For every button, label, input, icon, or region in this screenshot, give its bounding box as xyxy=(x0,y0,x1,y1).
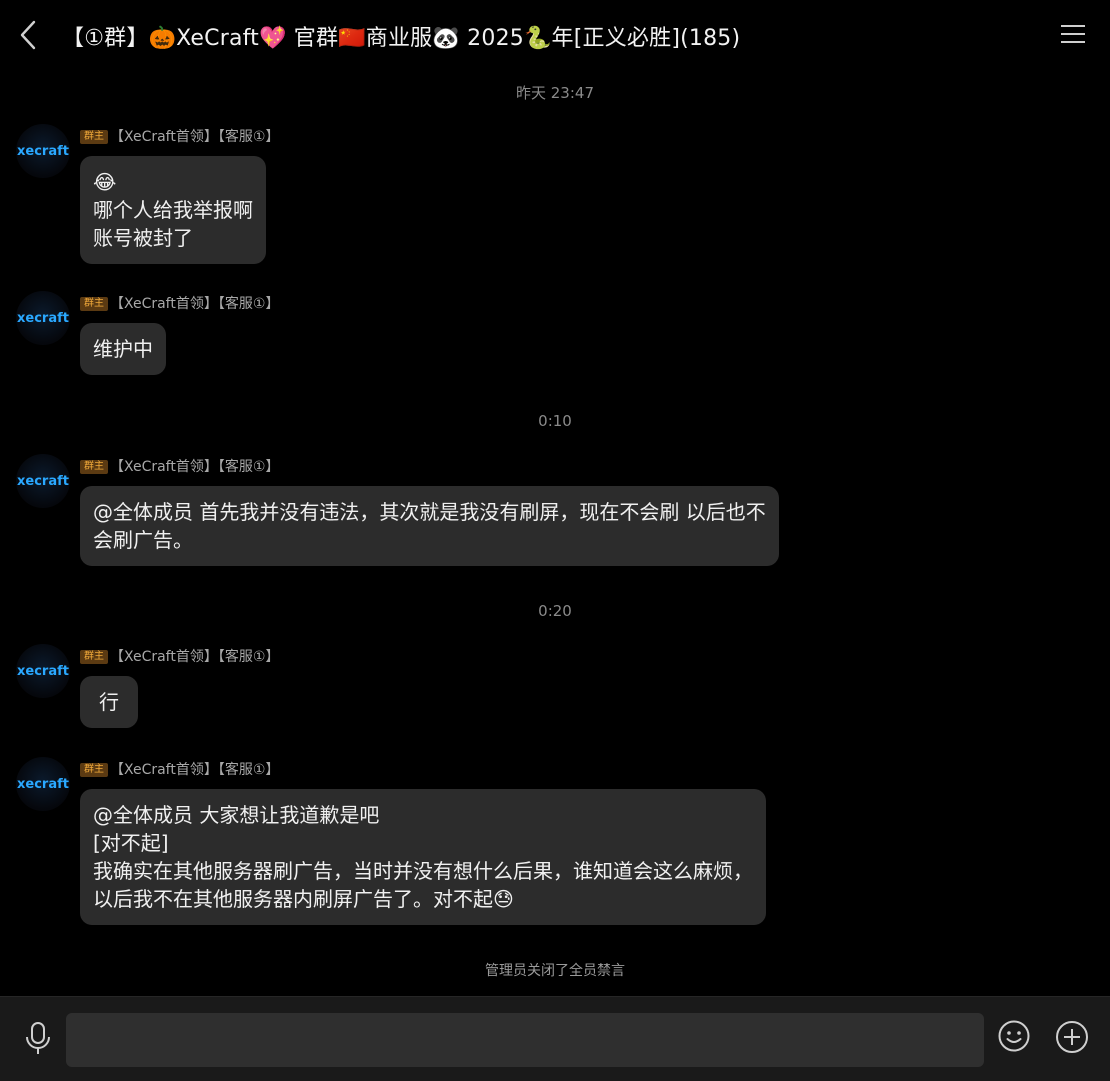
emoji-button[interactable] xyxy=(997,1019,1031,1053)
more-actions-button[interactable] xyxy=(1054,1019,1090,1055)
timestamp: 昨天 23:47 xyxy=(516,84,594,102)
timestamp: 0:10 xyxy=(538,412,572,430)
menu-button[interactable] xyxy=(1060,22,1086,48)
svg-text:xecraft: xecraft xyxy=(17,144,69,159)
message-bubble[interactable]: 😂 哪个人给我举报啊 账号被封了 xyxy=(80,156,266,264)
sender-label: 【XeCraft首领】【客服①】 xyxy=(110,762,280,778)
sender-name[interactable]: 群主 【XeCraft首领】【客服①】 xyxy=(80,646,279,666)
voice-button[interactable] xyxy=(22,1021,54,1057)
chat-title: 【①群】🎃XeCraft💖 官群🇨🇳商业服🐼 2025🐍年[正义必胜](185) xyxy=(62,26,741,51)
chat-header: 【①群】🎃XeCraft💖 官群🇨🇳商业服🐼 2025🐍年[正义必胜](185) xyxy=(0,0,1110,72)
role-badge: 群主 xyxy=(80,297,108,311)
message-line: @全体成员 首先我并没有违法，其次就是我没有刷屏，现在不会刷 以后也不 xyxy=(93,500,766,524)
emoji-icon xyxy=(998,1020,1030,1052)
message-bubble[interactable]: @全体成员 大家想让我道歉是吧 [对不起] 我确实在其他服务器刷广告，当时并没有… xyxy=(80,789,766,925)
message-line: 😂 xyxy=(93,170,117,194)
sender-name[interactable]: 群主 【XeCraft首领】【客服①】 xyxy=(80,126,279,146)
svg-text:xecraft: xecraft xyxy=(17,664,69,679)
message-line: @全体成员 大家想让我道歉是吧 xyxy=(93,803,380,827)
back-arrow-icon xyxy=(20,20,36,50)
message-bubble[interactable]: @全体成员 首先我并没有违法，其次就是我没有刷屏，现在不会刷 以后也不 会刷广告… xyxy=(80,486,779,566)
role-badge: 群主 xyxy=(80,763,108,777)
sender-name[interactable]: 群主 【XeCraft首领】【客服①】 xyxy=(80,759,279,779)
message-bubble[interactable]: 维护中 xyxy=(80,323,166,375)
microphone-icon xyxy=(26,1022,50,1054)
message-line: 维护中 xyxy=(93,337,153,361)
message-bubble[interactable]: 行 xyxy=(80,676,138,728)
message-line: 会刷广告。 xyxy=(93,528,193,552)
timestamp: 0:20 xyxy=(538,602,572,620)
avatar[interactable]: xecraft xyxy=(16,454,70,508)
message-list[interactable]: 昨天 23:47 xecraft 群主 【XeCraft首领】【客服①】 😂 哪个… xyxy=(0,72,1110,994)
role-badge: 群主 xyxy=(80,460,108,474)
svg-text:xecraft: xecraft xyxy=(17,777,69,792)
message-line: 以后我不在其他服务器内刷屏广告了。对不起😓 xyxy=(93,887,514,911)
sender-name[interactable]: 群主 【XeCraft首领】【客服①】 xyxy=(80,456,279,476)
role-badge: 群主 xyxy=(80,650,108,664)
menu-icon xyxy=(1061,25,1085,43)
message-line: 哪个人给我举报啊 xyxy=(93,198,253,222)
message-line: 账号被封了 xyxy=(93,226,193,250)
sender-label: 【XeCraft首领】【客服①】 xyxy=(110,649,280,665)
message-line: [对不起] xyxy=(93,831,169,855)
message-input[interactable] xyxy=(66,1013,984,1067)
input-bar xyxy=(0,996,1110,1081)
svg-text:xecraft: xecraft xyxy=(17,474,69,489)
system-notice: 管理员关闭了全员禁言 xyxy=(485,963,625,979)
sender-label: 【XeCraft首领】【客服①】 xyxy=(110,459,280,475)
sender-label: 【XeCraft首领】【客服①】 xyxy=(110,296,280,312)
sender-name[interactable]: 群主 【XeCraft首领】【客服①】 xyxy=(80,293,279,313)
avatar[interactable]: xecraft xyxy=(16,644,70,698)
svg-text:xecraft: xecraft xyxy=(17,311,69,326)
role-badge: 群主 xyxy=(80,130,108,144)
avatar[interactable]: xecraft xyxy=(16,291,70,345)
back-button[interactable] xyxy=(14,18,42,52)
message-line: 我确实在其他服务器刷广告，当时并没有想什么后果，谁知道会这么麻烦， xyxy=(93,859,753,883)
sender-label: 【XeCraft首领】【客服①】 xyxy=(110,129,280,145)
avatar[interactable]: xecraft xyxy=(16,757,70,811)
plus-icon xyxy=(1056,1021,1088,1053)
avatar[interactable]: xecraft xyxy=(16,124,70,178)
message-line: 行 xyxy=(99,690,119,714)
